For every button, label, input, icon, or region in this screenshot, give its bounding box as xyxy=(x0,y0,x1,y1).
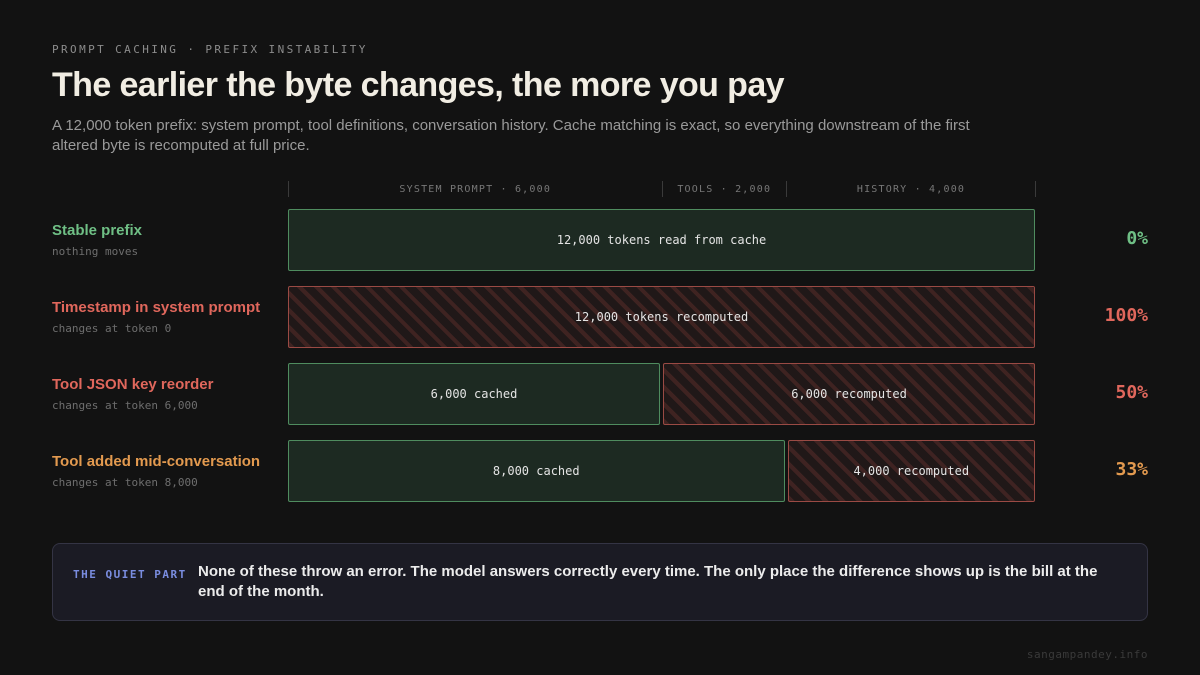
row-subtitle: nothing moves xyxy=(52,245,139,258)
recompute-percent: 33% xyxy=(1115,459,1148,480)
kicker: PROMPT CACHING · PREFIX INSTABILITY xyxy=(52,43,368,56)
column-header-end-divider xyxy=(1035,181,1036,197)
row-title: Tool JSON key reorder xyxy=(52,376,214,393)
row-subtitle: changes at token 6,000 xyxy=(52,399,198,412)
recomputed-segment: 12,000 tokens recomputed xyxy=(288,286,1035,348)
cached-segment: 6,000 cached xyxy=(288,363,660,425)
column-header-1: TOOLS · 2,000 xyxy=(661,181,787,197)
row-title: Tool added mid-conversation xyxy=(52,453,261,470)
cached-segment: 8,000 cached xyxy=(288,440,785,502)
row-title: Stable prefix xyxy=(52,222,143,239)
row-label: Tool JSON key reorder changes at token 6,… xyxy=(52,376,282,412)
row-title: Timestamp in system prompt xyxy=(52,299,261,316)
row-label: Stable prefix nothing moves xyxy=(52,222,282,258)
row-subtitle: changes at token 0 xyxy=(52,322,172,335)
column-header-2: HISTORY · 4,000 xyxy=(786,181,1035,197)
row-subtitle: changes at token 8,000 xyxy=(52,476,198,489)
footer-credit: sangampandey.info xyxy=(1026,648,1148,661)
recomputed-segment: 6,000 recomputed xyxy=(663,363,1035,425)
recompute-percent: 100% xyxy=(1104,305,1148,326)
quiet-part-callout: THE QUIET PART None of these throw an er… xyxy=(52,543,1148,621)
recompute-percent: 0% xyxy=(1126,228,1148,249)
row-label: Tool added mid-conversation changes at to… xyxy=(52,453,282,489)
recompute-percent: 50% xyxy=(1115,382,1148,403)
page-subtitle: A 12,000 token prefix: system prompt, to… xyxy=(52,117,970,154)
cached-segment: 12,000 tokens read from cache xyxy=(288,209,1035,271)
page-title: The earlier the byte changes, the more y… xyxy=(52,66,785,104)
recomputed-segment: 4,000 recomputed xyxy=(787,440,1035,502)
row-label: Timestamp in system prompt changes at tok… xyxy=(52,299,282,335)
callout-text: None of these throw an error. The model … xyxy=(198,563,1098,600)
callout-tag: THE QUIET PART xyxy=(73,568,187,581)
column-header-0: SYSTEM PROMPT · 6,000 xyxy=(288,181,662,197)
